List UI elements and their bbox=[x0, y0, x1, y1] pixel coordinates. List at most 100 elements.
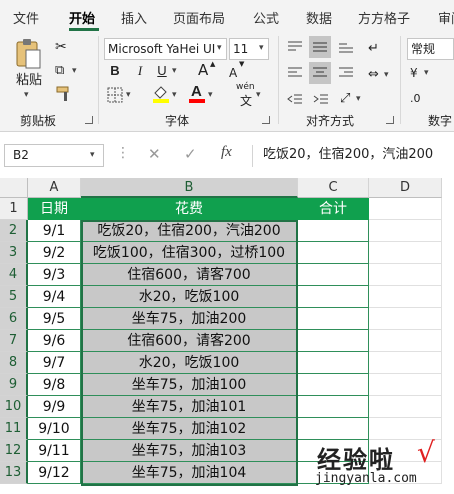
enter-check-icon[interactable]: ✓ bbox=[184, 145, 197, 163]
total-cell[interactable] bbox=[298, 264, 369, 286]
chevron-down-icon[interactable]: ▾ bbox=[424, 68, 429, 78]
date-cell[interactable]: 9/3 bbox=[28, 264, 81, 286]
tab-review[interactable]: 审阅 bbox=[438, 8, 454, 27]
underline-button[interactable]: U bbox=[156, 62, 168, 80]
row-header[interactable]: 7 bbox=[0, 330, 28, 352]
date-cell[interactable]: 9/7 bbox=[28, 352, 81, 374]
date-cell[interactable]: 9/12 bbox=[28, 462, 81, 484]
expense-cell[interactable]: 住宿600，请客700 bbox=[81, 264, 298, 286]
empty-cell[interactable] bbox=[369, 330, 442, 352]
empty-cell[interactable] bbox=[369, 396, 442, 418]
date-cell[interactable]: 9/2 bbox=[28, 242, 81, 264]
total-cell[interactable] bbox=[298, 330, 369, 352]
tab-fangfang-gezi[interactable]: 方方格子 bbox=[358, 8, 410, 27]
empty-cell[interactable] bbox=[369, 198, 442, 220]
date-cell[interactable]: 9/10 bbox=[28, 418, 81, 440]
increase-decimal-icon[interactable]: .0 bbox=[410, 90, 421, 108]
empty-cell[interactable] bbox=[369, 418, 442, 440]
empty-cell[interactable] bbox=[369, 440, 442, 462]
date-cell[interactable]: 9/11 bbox=[28, 440, 81, 462]
chevron-down-icon[interactable]: ▾ bbox=[126, 90, 131, 100]
row-header[interactable]: 13 bbox=[0, 462, 28, 484]
date-cell[interactable]: 9/1 bbox=[28, 220, 81, 242]
number-format-select[interactable]: 常规 bbox=[407, 38, 454, 60]
italic-button[interactable]: I bbox=[134, 62, 146, 80]
tab-formulas[interactable]: 公式 bbox=[253, 8, 279, 27]
fill-color-icon[interactable] bbox=[152, 85, 170, 103]
format-painter-icon[interactable] bbox=[56, 86, 72, 102]
clipboard-launcher-icon[interactable] bbox=[85, 116, 93, 124]
expense-cell[interactable]: 水20，吃饭100 bbox=[81, 352, 298, 374]
expense-cell[interactable]: 吃饭20，住宿200，汽油200 bbox=[81, 220, 298, 242]
paste-button[interactable]: 粘贴 ▾ bbox=[10, 38, 48, 102]
cancel-icon[interactable]: ✕ bbox=[148, 145, 161, 163]
tab-file[interactable]: 文件 bbox=[13, 8, 39, 27]
chevron-down-icon[interactable]: ▾ bbox=[172, 90, 177, 100]
chevron-down-icon[interactable]: ▾ bbox=[384, 70, 389, 80]
font-name-select[interactable]: Microsoft YaHei UI bbox=[104, 38, 227, 60]
date-cell[interactable]: 9/4 bbox=[28, 286, 81, 308]
row-header[interactable]: 10 bbox=[0, 396, 28, 418]
expense-cell[interactable]: 坐车75，加油104 bbox=[81, 462, 298, 484]
chevron-down-icon[interactable]: ▾ bbox=[90, 150, 95, 160]
total-cell[interactable] bbox=[298, 242, 369, 264]
empty-cell[interactable] bbox=[369, 242, 442, 264]
total-cell[interactable] bbox=[298, 440, 369, 462]
expense-cell[interactable]: 吃饭100，住宿300，过桥100 bbox=[81, 242, 298, 264]
align-bottom-icon[interactable] bbox=[338, 40, 354, 54]
header-cell-date[interactable]: 日期 bbox=[28, 198, 81, 220]
insert-function-button[interactable]: fx bbox=[221, 144, 232, 161]
row-header[interactable]: 9 bbox=[0, 374, 28, 396]
align-left-icon[interactable] bbox=[287, 66, 303, 80]
date-cell[interactable]: 9/9 bbox=[28, 396, 81, 418]
empty-cell[interactable] bbox=[369, 462, 442, 484]
empty-cell[interactable] bbox=[369, 352, 442, 374]
expense-cell[interactable]: 坐车75，加油103 bbox=[81, 440, 298, 462]
orientation-icon[interactable]: ⤢ bbox=[340, 90, 350, 108]
row-header[interactable]: 5 bbox=[0, 286, 28, 308]
tab-data[interactable]: 数据 bbox=[306, 8, 332, 27]
expense-cell[interactable]: 水20，吃饭100 bbox=[81, 286, 298, 308]
wrap-text-icon[interactable]: ↵ bbox=[368, 40, 379, 58]
chevron-down-icon[interactable]: ▾ bbox=[172, 66, 177, 76]
decrease-indent-icon[interactable] bbox=[287, 92, 303, 106]
bold-button[interactable]: B bbox=[108, 62, 122, 80]
empty-cell[interactable] bbox=[369, 220, 442, 242]
select-all-corner[interactable] bbox=[0, 178, 28, 198]
align-top-icon[interactable] bbox=[287, 40, 303, 54]
tab-insert[interactable]: 插入 bbox=[121, 8, 147, 27]
font-grow-button[interactable]: A bbox=[198, 61, 208, 79]
row-header[interactable]: 2 bbox=[0, 220, 28, 242]
chevron-down-icon[interactable]: ▾ bbox=[259, 43, 264, 53]
chevron-down-icon[interactable]: ▾ bbox=[356, 94, 361, 104]
header-cell-expense[interactable]: 花费 bbox=[81, 198, 298, 220]
name-box[interactable]: B2 bbox=[4, 144, 104, 167]
font-color-button[interactable]: A bbox=[188, 83, 206, 103]
total-cell[interactable] bbox=[298, 286, 369, 308]
font-launcher-icon[interactable] bbox=[262, 116, 270, 124]
date-cell[interactable]: 9/8 bbox=[28, 374, 81, 396]
row-header[interactable]: 8 bbox=[0, 352, 28, 374]
borders-icon[interactable] bbox=[107, 87, 123, 103]
expense-cell[interactable]: 坐车75，加油101 bbox=[81, 396, 298, 418]
column-header-c[interactable]: C bbox=[298, 178, 369, 198]
total-cell[interactable] bbox=[298, 308, 369, 330]
expense-cell[interactable]: 坐车75，加油200 bbox=[81, 308, 298, 330]
formula-input[interactable]: 吃饭20，住宿200，汽油200 bbox=[252, 145, 452, 167]
expense-cell[interactable]: 坐车75，加油100 bbox=[81, 374, 298, 396]
total-cell[interactable] bbox=[298, 462, 369, 484]
expense-cell[interactable]: 坐车75，加油102 bbox=[81, 418, 298, 440]
date-cell[interactable]: 9/5 bbox=[28, 308, 81, 330]
font-shrink-button[interactable]: A bbox=[229, 64, 237, 82]
tab-page-layout[interactable]: 页面布局 bbox=[173, 8, 225, 27]
cut-icon[interactable]: ✂ bbox=[55, 38, 67, 56]
chevron-down-icon[interactable]: ▾ bbox=[208, 90, 213, 100]
row-header[interactable]: 6 bbox=[0, 308, 28, 330]
column-header-d[interactable]: D bbox=[369, 178, 442, 198]
alignment-launcher-icon[interactable] bbox=[386, 116, 394, 124]
increase-indent-icon[interactable] bbox=[313, 92, 329, 106]
row-header[interactable]: 12 bbox=[0, 440, 28, 462]
empty-cell[interactable] bbox=[369, 308, 442, 330]
currency-icon[interactable]: ¥ bbox=[410, 64, 418, 82]
copy-icon[interactable]: ⧉ bbox=[55, 62, 64, 80]
